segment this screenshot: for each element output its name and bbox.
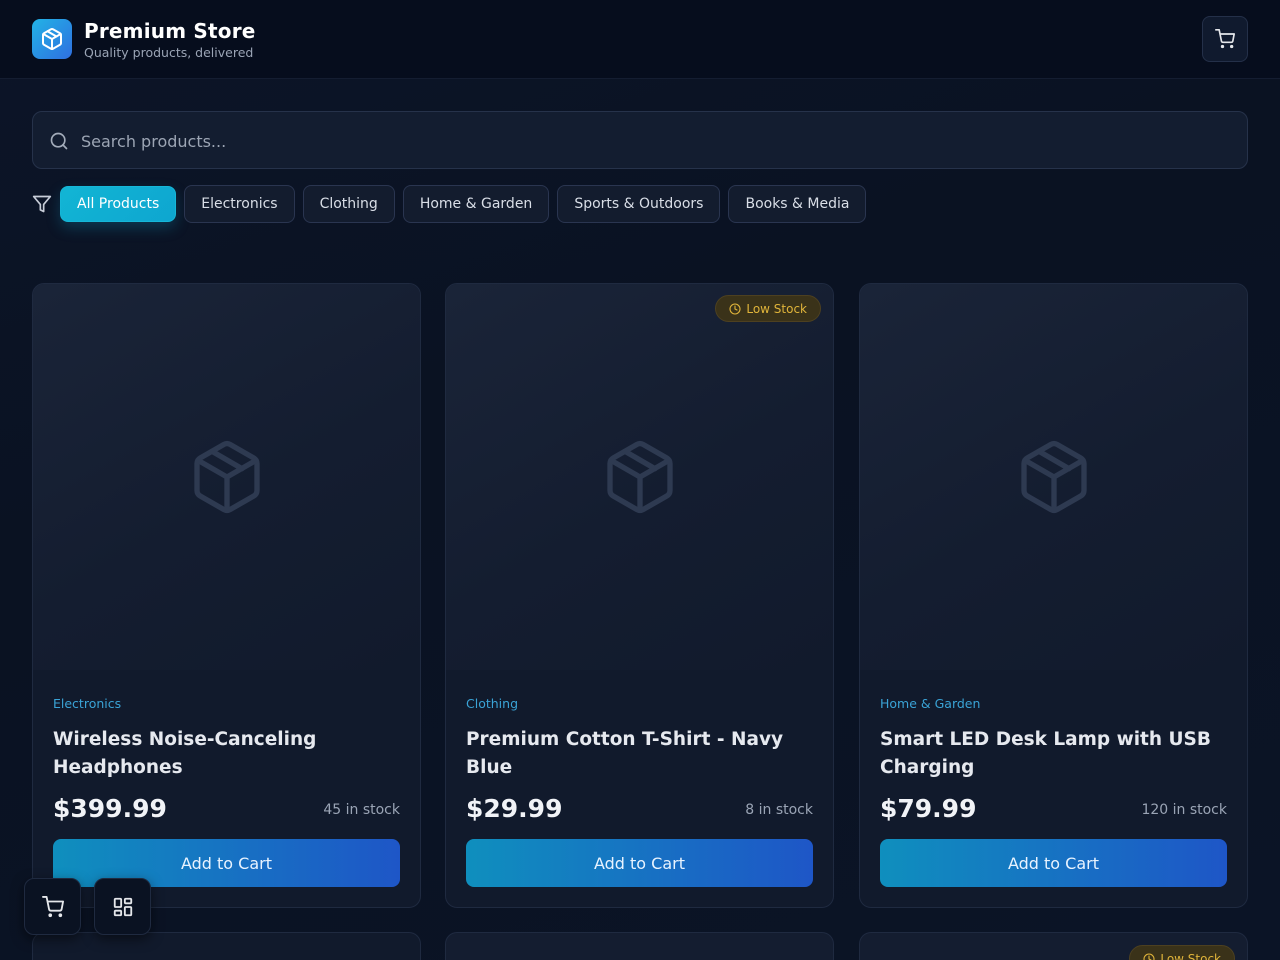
product-stock: 45 in stock	[323, 802, 400, 818]
add-to-cart-button[interactable]: Add to Cart	[880, 839, 1227, 887]
product-card[interactable]: Electronics Wireless Noise-Canceling Hea…	[32, 283, 421, 908]
add-to-cart-button[interactable]: Add to Cart	[466, 839, 813, 887]
package-icon	[193, 441, 260, 513]
product-image-placeholder	[860, 284, 1247, 670]
filter-chip-electronics[interactable]: Electronics	[184, 185, 295, 223]
floating-grid-button[interactable]	[94, 878, 151, 935]
low-stock-badge: Low Stock	[715, 295, 821, 322]
filter-chip-sports-outdoors[interactable]: Sports & Outdoors	[557, 185, 721, 223]
product-image-placeholder	[33, 284, 420, 670]
product-card[interactable]	[445, 932, 834, 960]
product-name: Wireless Noise-Canceling Headphones	[53, 729, 317, 778]
clock-icon	[729, 302, 741, 315]
product-card[interactable]: Low Stock	[859, 932, 1248, 960]
grid-icon	[113, 897, 132, 916]
cart-icon	[1215, 29, 1235, 49]
product-price: $29.99	[466, 794, 563, 823]
package-icon	[606, 441, 673, 513]
filter-chip-clothing[interactable]: Clothing	[302, 185, 395, 223]
package-logo-icon	[32, 19, 72, 59]
product-category: Home & Garden	[880, 696, 981, 711]
product-image-placeholder	[446, 284, 833, 670]
floating-cart-button[interactable]	[24, 878, 81, 935]
product-price: $79.99	[880, 794, 977, 823]
cart-icon	[41, 895, 64, 917]
category-filter-list: All Products Electronics Clothing Home &…	[60, 185, 867, 223]
product-price: $399.99	[53, 794, 167, 823]
store-subtitle: Quality products, delivered	[84, 45, 254, 60]
header-cart-button[interactable]	[1202, 16, 1248, 62]
low-stock-badge: Low Stock	[1129, 945, 1235, 960]
search-icon	[50, 132, 68, 150]
product-card[interactable]: Low Stock Clothing Premium Cotton T-Shir…	[445, 283, 834, 908]
product-category: Clothing	[466, 696, 519, 711]
filter-chip-books-media[interactable]: Books & Media	[728, 185, 867, 223]
filter-icon	[32, 195, 52, 213]
product-card[interactable]: Home & Garden Smart LED Desk Lamp with U…	[859, 283, 1248, 908]
product-category: Electronics	[53, 696, 122, 711]
store-title: Premium Store	[84, 19, 256, 43]
app-header: Premium Store Quality products, delivere…	[0, 0, 1280, 79]
product-card[interactable]	[32, 932, 421, 960]
product-stock: 120 in stock	[1141, 802, 1227, 818]
product-name: Smart LED Desk Lamp with USB Charging	[880, 729, 1211, 778]
clock-icon	[1143, 952, 1155, 960]
filter-chip-all-products[interactable]: All Products	[60, 186, 177, 222]
filter-chip-home-garden[interactable]: Home & Garden	[402, 185, 550, 223]
search-bar	[32, 111, 1248, 169]
badge-label: Low Stock	[1160, 951, 1221, 960]
search-input[interactable]	[81, 124, 1231, 158]
product-stock: 8 in stock	[745, 802, 813, 818]
badge-label: Low Stock	[746, 301, 807, 316]
package-icon	[1020, 441, 1087, 513]
product-name: Premium Cotton T-Shirt - Navy Blue	[466, 729, 784, 778]
